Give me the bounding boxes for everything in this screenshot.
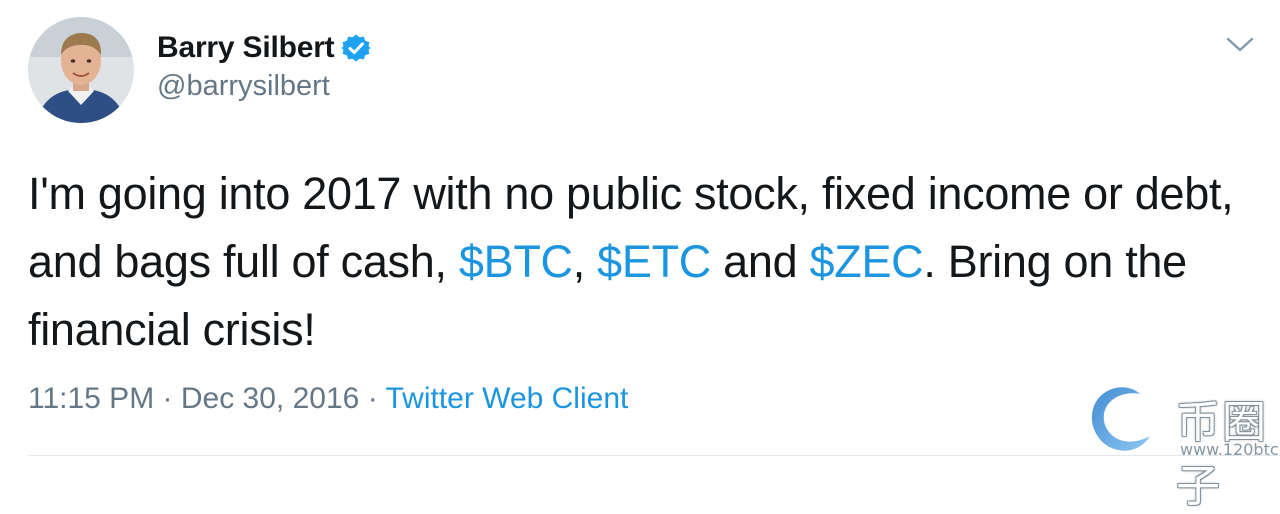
name-row: Barry Silbert xyxy=(157,26,372,70)
tweet-text: I'm going into 2017 with no public stock… xyxy=(28,160,1268,364)
author-block: Barry Silbert @barrysilbert xyxy=(157,26,372,103)
avatar[interactable] xyxy=(28,17,134,123)
tweet-time[interactable]: 11:15 PM xyxy=(28,382,154,415)
cashtag-link[interactable]: $ZEC xyxy=(810,236,924,287)
tweet-date[interactable]: Dec 30, 2016 xyxy=(181,382,359,415)
tweet-text-segment: , xyxy=(572,236,598,287)
meta-separator: · xyxy=(162,382,173,415)
watermark-logo-icon xyxy=(1082,380,1162,458)
watermark-url: www.120btc.com xyxy=(1180,440,1280,459)
cashtag-link[interactable]: $BTC xyxy=(459,236,573,287)
handle[interactable]: @barrysilbert xyxy=(157,70,371,103)
tweet-meta: 11:15 PM · Dec 30, 2016 · Twitter Web Cl… xyxy=(28,382,628,416)
watermark: 币圈子 www.120btc.com xyxy=(1082,380,1280,512)
meta-separator: · xyxy=(367,382,378,415)
tweet-source-link[interactable]: Twitter Web Client xyxy=(385,382,628,415)
tweet-text-segment: and xyxy=(710,236,810,287)
chevron-down-icon[interactable] xyxy=(1223,30,1257,60)
verified-badge-icon xyxy=(341,33,372,63)
cashtag-link[interactable]: $ETC xyxy=(597,236,711,287)
tweet-card: Barry Silbert @barrysilbert I'm going in… xyxy=(0,0,1280,512)
display-name[interactable]: Barry Silbert xyxy=(157,31,335,65)
